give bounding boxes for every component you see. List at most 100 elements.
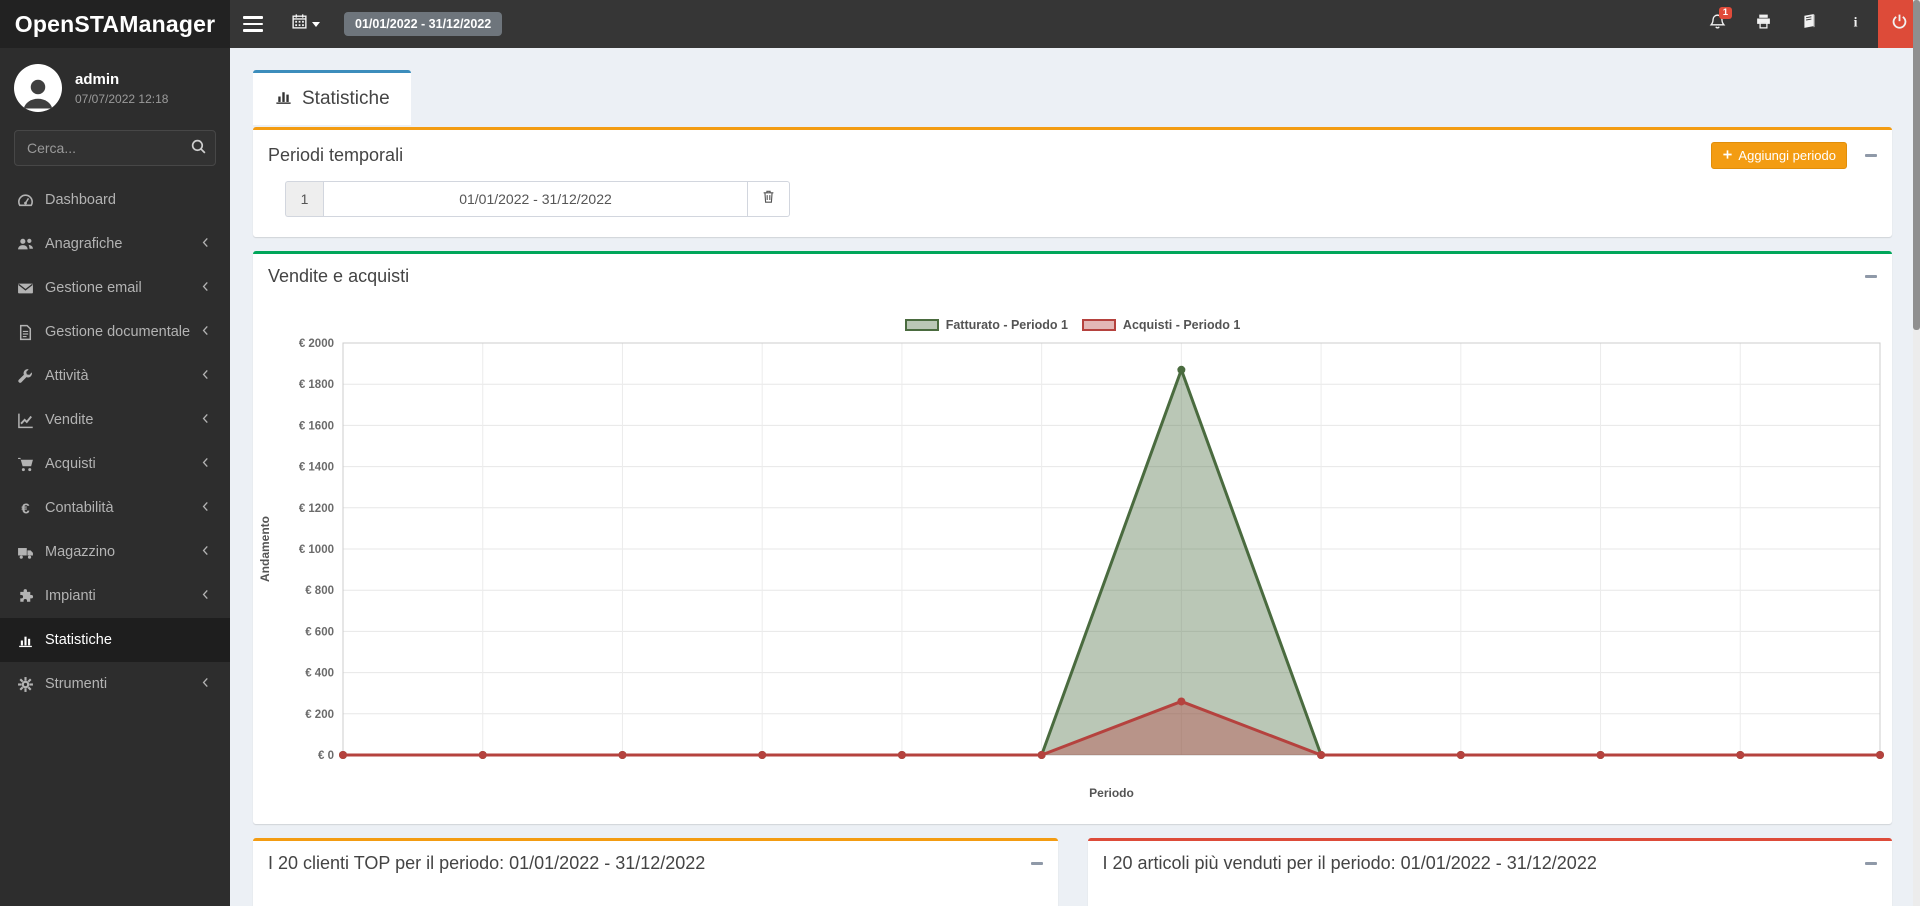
tab-label: Statistiche	[302, 88, 390, 110]
sidebar-item-attivita[interactable]: Attività	[0, 354, 230, 398]
chevron-left-icon	[199, 456, 216, 473]
hamburger-icon	[243, 16, 263, 32]
svg-text:€ 600: € 600	[305, 626, 334, 638]
document-icon	[17, 324, 34, 341]
sidebar-item-label: Contabilità	[45, 500, 199, 516]
add-period-label: Aggiungi periodo	[1738, 148, 1836, 163]
envelope-icon	[17, 280, 34, 297]
chevron-left-icon	[199, 588, 216, 605]
sidebar-item-acquisti[interactable]: Acquisti	[0, 442, 230, 486]
truck-icon	[17, 544, 34, 561]
period-row: 1	[285, 181, 790, 217]
collapse-icon[interactable]	[1865, 154, 1877, 157]
period-range-input[interactable]	[323, 181, 748, 217]
svg-text:€ 200: € 200	[305, 709, 334, 721]
caret-down-icon	[312, 22, 320, 27]
chevron-left-icon	[199, 500, 216, 517]
printer-icon	[1755, 13, 1772, 35]
person-icon	[18, 72, 58, 112]
chevron-left-icon	[199, 368, 216, 385]
svg-text:€ 2000: € 2000	[299, 338, 334, 350]
y-axis-label: Andamento	[258, 516, 272, 582]
navbar-date-range[interactable]: 01/01/2022 - 31/12/2022	[344, 12, 502, 36]
user-name: admin	[75, 71, 168, 88]
sidebar-item-strumenti[interactable]: Strumenti	[0, 662, 230, 706]
panel-articoli-venduti: I 20 articoli più venduti per il periodo…	[1088, 838, 1893, 906]
wrench-icon	[17, 368, 34, 385]
gear-icon	[17, 676, 34, 693]
legend-entry: Fatturato - Periodo 1	[905, 318, 1068, 332]
calendar-icon	[291, 13, 308, 35]
main-content: Statistiche Periodi temporali Aggiungi p…	[230, 48, 1920, 906]
legend-entry: Acquisti - Periodo 1	[1082, 318, 1240, 332]
chevron-left-icon	[199, 676, 216, 693]
panel-top-clienti: I 20 clienti TOP per il periodo: 01/01/2…	[253, 838, 1058, 906]
period-index: 1	[285, 181, 323, 217]
scrollbar-thumb[interactable]	[1913, 0, 1920, 330]
info-button[interactable]: i	[1832, 0, 1878, 48]
sidebar-item-anagrafiche[interactable]: Anagrafiche	[0, 222, 230, 266]
x-axis-label: Periodo	[1089, 786, 1134, 800]
collapse-icon[interactable]	[1865, 275, 1877, 278]
sidebar-item-label: Magazzino	[45, 544, 199, 560]
sales-purchases-chart: Fatturato - Periodo 1 Acquisti - Periodo …	[253, 297, 1892, 824]
chart-line-icon	[17, 412, 34, 429]
legend-label: Acquisti - Periodo 1	[1123, 318, 1240, 332]
sidebar-item-gestione-email[interactable]: Gestione email	[0, 266, 230, 310]
info-icon: i	[1847, 13, 1864, 35]
tachometer-icon	[17, 192, 34, 209]
plus-icon	[1722, 148, 1733, 163]
docs-button[interactable]	[1786, 0, 1832, 48]
chevron-left-icon	[199, 412, 216, 429]
search-input[interactable]	[14, 130, 216, 166]
sidebar-item-label: Statistiche	[45, 632, 216, 648]
sidebar-item-magazzino[interactable]: Magazzino	[0, 530, 230, 574]
collapse-icon[interactable]	[1865, 862, 1877, 865]
tab-statistiche[interactable]: Statistiche	[253, 70, 411, 125]
user-panel: admin 07/07/2022 12:18	[0, 48, 230, 126]
sidebar-item-vendite[interactable]: Vendite	[0, 398, 230, 442]
bar-chart-icon	[17, 632, 34, 649]
sidebar-item-dashboard[interactable]: Dashboard	[0, 178, 230, 222]
page-scrollbar[interactable]	[1913, 0, 1920, 906]
trash-icon	[761, 189, 776, 209]
chart-legend: Fatturato - Periodo 1 Acquisti - Periodo …	[253, 315, 1892, 335]
legend-swatch	[1082, 319, 1116, 331]
collapse-icon[interactable]	[1031, 862, 1043, 865]
sidebar-item-label: Acquisti	[45, 456, 199, 472]
notifications-button[interactable]: 1	[1694, 0, 1740, 48]
sidebar-item-gestione-documentale[interactable]: Gestione documentale	[0, 310, 230, 354]
chart-canvas[interactable]: € 0€ 200€ 400€ 600€ 800€ 1000€ 1200€ 140…	[253, 337, 1892, 807]
sidebar-item-label: Gestione email	[45, 280, 199, 296]
svg-text:€ 1200: € 1200	[299, 503, 334, 515]
sidebar-item-label: Gestione documentale	[45, 324, 199, 340]
chevron-left-icon	[199, 236, 216, 253]
period-picker-button[interactable]	[276, 0, 334, 48]
sidebar-item-label: Anagrafiche	[45, 236, 199, 252]
sidebar: admin 07/07/2022 12:18 Dashboard Anagrafi…	[0, 48, 230, 906]
add-period-button[interactable]: Aggiungi periodo	[1711, 142, 1847, 169]
sidebar-menu: Dashboard Anagrafiche Gestione email Gestio…	[0, 178, 230, 706]
avatar[interactable]	[14, 64, 62, 112]
sidebar-item-label: Vendite	[45, 412, 199, 428]
chevron-left-icon	[199, 280, 216, 297]
notification-count-badge: 1	[1719, 7, 1732, 19]
app-logo[interactable]: OpenSTAManager	[0, 0, 230, 48]
delete-period-button[interactable]	[748, 181, 790, 217]
user-datetime: 07/07/2022 12:18	[75, 92, 168, 106]
print-button[interactable]	[1740, 0, 1786, 48]
cart-icon	[17, 456, 34, 473]
svg-text:i: i	[1853, 14, 1857, 29]
legend-swatch	[905, 319, 939, 331]
sidebar-item-statistiche[interactable]: Statistiche	[0, 618, 230, 662]
sidebar-item-contabilita[interactable]: €Contabilità	[0, 486, 230, 530]
svg-text:€ 400: € 400	[305, 668, 334, 680]
users-icon	[17, 236, 34, 253]
sidebar-item-label: Strumenti	[45, 676, 199, 692]
sidebar-item-impianti[interactable]: Impianti	[0, 574, 230, 618]
sidebar-item-label: Impianti	[45, 588, 199, 604]
search-icon[interactable]	[190, 138, 207, 160]
svg-text:€ 1400: € 1400	[299, 462, 334, 474]
sidebar-toggle-button[interactable]	[230, 0, 276, 48]
panel-vendite-acquisti: Vendite e acquisti Fatturato - Periodo 1…	[253, 251, 1892, 824]
